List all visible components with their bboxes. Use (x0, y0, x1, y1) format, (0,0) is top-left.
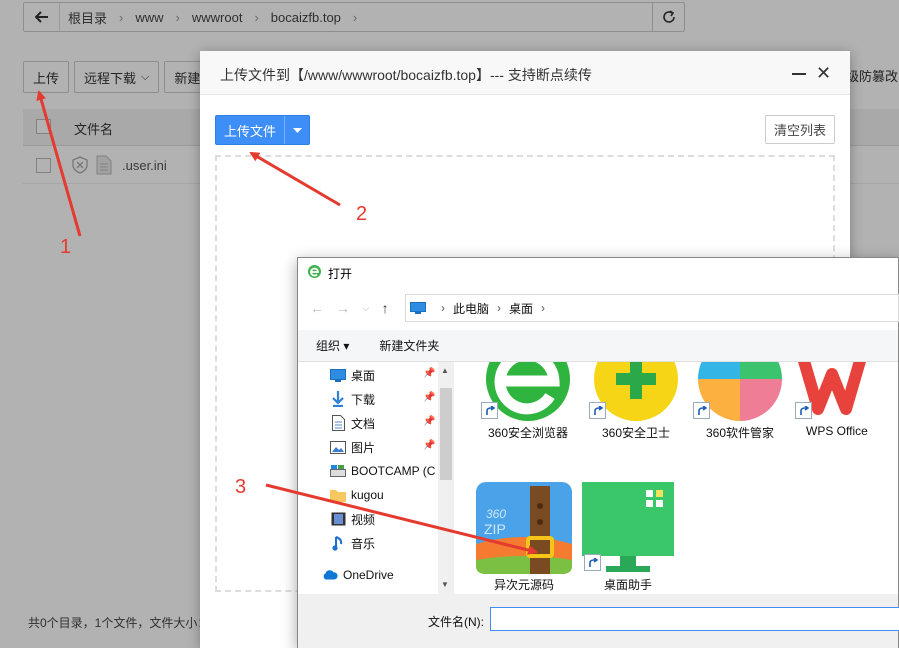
pin-icon: 📌 (423, 416, 436, 427)
video-icon (330, 511, 346, 527)
filename-label: 文件名(N): (428, 615, 484, 629)
annotation-number-1: 1 (60, 236, 72, 258)
tree-item-pictures[interactable]: 图片 (330, 436, 375, 458)
tree-item-music[interactable]: 音乐 (330, 532, 375, 554)
tree-label: 文档 (351, 416, 376, 431)
shortcut-arrow-icon (589, 402, 606, 419)
file-label: WPS Office (806, 424, 868, 438)
tree-label: 音乐 (351, 536, 376, 551)
drive-icon (330, 463, 346, 479)
file-item-360-software[interactable]: 360软件管家 (688, 362, 792, 444)
upload-file-button[interactable]: 上传文件 (215, 115, 310, 145)
tree-item-onedrive[interactable]: OneDrive (322, 564, 394, 586)
pin-icon: 📌 (423, 440, 436, 451)
annotation-number-2: 2 (356, 203, 368, 225)
shortcut-arrow-icon (693, 402, 710, 419)
recent-chevron-icon[interactable]: ⌵ (362, 303, 370, 316)
tree-label: kugou (351, 488, 384, 502)
svg-text:ZIP: ZIP (484, 521, 506, 537)
clear-list-button[interactable]: 清空列表 (765, 115, 835, 144)
upload-file-label[interactable]: 上传文件 (216, 116, 285, 144)
file-item-wps[interactable]: WPS Office (790, 362, 894, 444)
minimize-icon[interactable] (792, 73, 806, 75)
open-dialog-title: 打开 (328, 267, 353, 281)
new-folder-button[interactable]: 新建文件夹 (379, 337, 439, 354)
command-bar: 组织 ▾ 新建文件夹 (298, 330, 898, 362)
tree-label: 下载 (351, 392, 376, 407)
filename-row: 文件名(N): (298, 594, 899, 648)
file-item-desktop-assistant[interactable]: 桌面助手 (576, 480, 680, 592)
desktop-icon (330, 367, 346, 383)
tree-item-kugou[interactable]: kugou (330, 484, 384, 506)
close-icon[interactable]: ✕ (816, 64, 831, 82)
monitor-icon (410, 302, 426, 314)
scroll-down-icon[interactable]: ▼ (441, 580, 449, 589)
organize-menu[interactable]: 组织 ▾ (316, 337, 349, 354)
tree-item-desktop[interactable]: 桌面 (330, 364, 375, 386)
file-label: 桌面助手 (603, 578, 652, 592)
scrollbar-thumb[interactable] (440, 388, 452, 480)
folder-icon (330, 487, 346, 503)
file-label: 360安全浏览器 (487, 426, 569, 440)
address-bar[interactable]: › 此电脑 › 桌面 › (405, 294, 899, 322)
address-desktop[interactable]: 桌面 (509, 300, 533, 317)
shortcut-arrow-icon (795, 402, 812, 419)
picture-icon (330, 439, 346, 455)
tree-item-documents[interactable]: 文档 (330, 412, 375, 434)
address-separator: › (541, 301, 546, 315)
file-label: 360软件管家 (705, 426, 775, 440)
tree-label: 桌面 (351, 368, 376, 383)
address-separator: › (441, 301, 445, 315)
tree-item-bootcamp[interactable]: BOOTCAMP (C (330, 460, 435, 482)
svg-text:360: 360 (486, 507, 506, 521)
pin-icon: 📌 (423, 368, 436, 379)
tree-scrollbar[interactable]: ▲ ▼ (438, 362, 454, 594)
download-icon (330, 391, 346, 407)
navigation-tree: 桌面 📌 下载 📌 文档 📌 图片 📌 BOOTCAMP (C kugou 视频… (298, 362, 438, 594)
tree-label: 图片 (351, 440, 376, 455)
tree-label: 视频 (351, 512, 376, 527)
annotation-number-3: 3 (235, 476, 247, 498)
open-dialog-titlebar: 打开 (298, 258, 898, 287)
document-icon (330, 415, 346, 431)
shortcut-arrow-icon (584, 554, 601, 571)
back-arrow-icon[interactable]: ← (310, 300, 324, 316)
up-arrow-icon[interactable]: ↑ (382, 300, 389, 316)
file-label: 360安全卫士 (601, 426, 671, 440)
file-item-360-browser[interactable]: 360安全浏览器 (476, 362, 580, 444)
file-label: 异次元源码 (493, 578, 554, 592)
tree-label: BOOTCAMP (C (351, 464, 436, 478)
zip-archive-icon: 360ZIP (476, 482, 572, 574)
tree-label: OneDrive (343, 568, 394, 582)
upload-dialog-header: 上传文件到【/www/wwwroot/bocaizfb.top】--- 支持断点… (200, 51, 850, 95)
ie-logo-icon (308, 265, 321, 278)
upload-dialog-title: 上传文件到【/www/wwwroot/bocaizfb.top】--- 支持断点… (220, 67, 592, 83)
address-this-pc[interactable]: 此电脑 (453, 300, 489, 317)
file-item-zip-archive[interactable]: 360 ZIP 异次元源码 (472, 480, 576, 592)
forward-arrow-icon[interactable]: → (336, 300, 350, 316)
music-icon (330, 535, 346, 551)
address-separator: › (497, 301, 502, 315)
tree-item-downloads[interactable]: 下载 (330, 388, 375, 410)
pin-icon: 📌 (423, 392, 436, 403)
filename-input[interactable] (490, 607, 899, 631)
open-file-dialog: 打开 ← → ⌵ ↑ › 此电脑 › 桌面 › 组织 ▾ 新建文件夹 桌面 📌 … (297, 257, 899, 648)
file-list: 360安全浏览器 360安全卫士 360软件管家 WPS Office 360 Z… (456, 362, 899, 594)
scroll-up-icon[interactable]: ▲ (441, 366, 449, 375)
file-item-360-guard[interactable]: 360安全卫士 (584, 362, 688, 444)
cloud-icon (322, 567, 338, 583)
caret-down-icon[interactable] (285, 116, 309, 144)
tree-item-videos[interactable]: 视频 (330, 508, 375, 530)
shortcut-arrow-icon (481, 402, 498, 419)
